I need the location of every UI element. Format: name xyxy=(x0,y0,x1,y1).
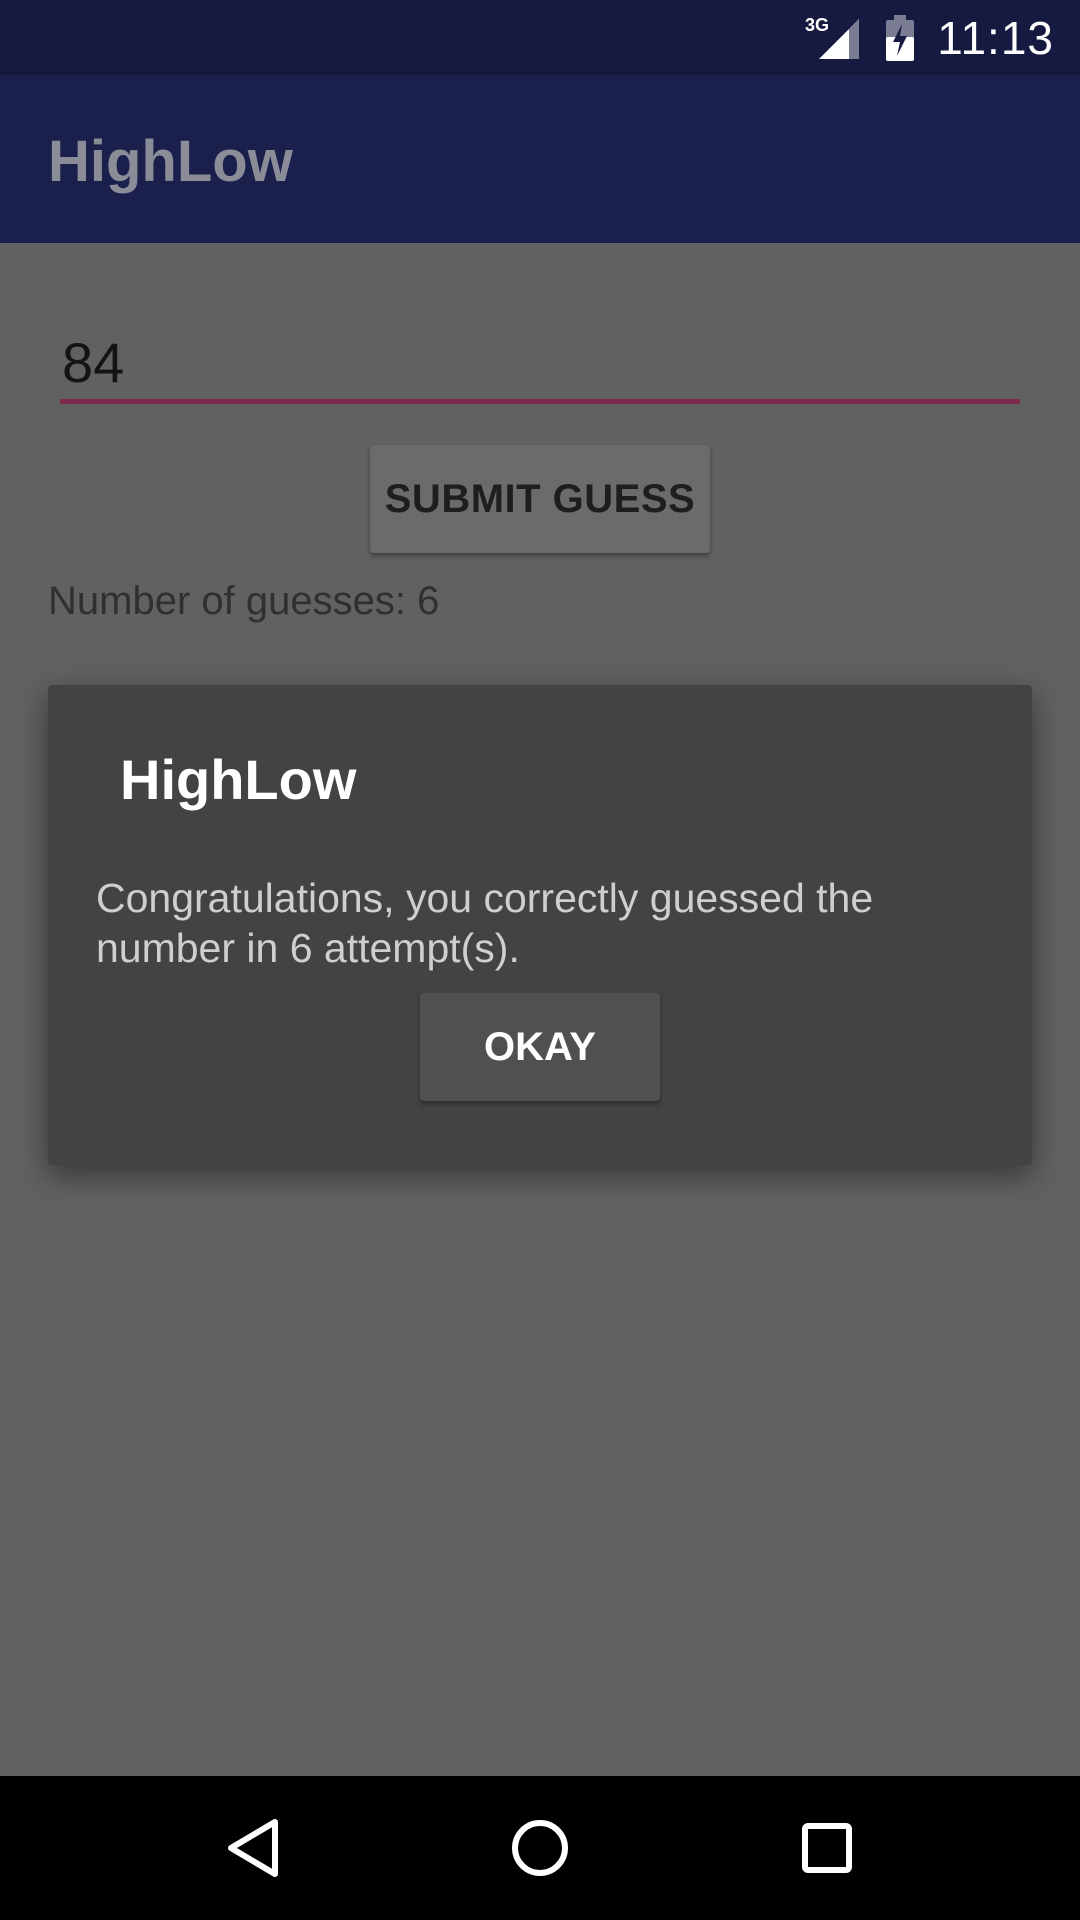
input-underline xyxy=(60,399,1020,404)
guess-input[interactable]: 84 xyxy=(60,323,1020,403)
back-icon[interactable] xyxy=(193,1788,313,1908)
result-dialog: HighLow Congratulations, you correctly g… xyxy=(48,685,1032,1165)
signal-3g-icon: 3G xyxy=(805,15,863,61)
status-time: 11:13 xyxy=(937,11,1054,64)
guess-count-text: Number of guesses: 6 xyxy=(48,579,440,623)
dialog-title: HighLow xyxy=(120,748,357,811)
dialog-message: Congratulations, you correctly guessed t… xyxy=(96,875,874,971)
recents-icon[interactable] xyxy=(767,1788,887,1908)
network-label: 3G xyxy=(805,15,829,35)
navigation-bar xyxy=(0,1776,1080,1920)
screen: 3G 11:13 HighLow 84 SUBMIT GUESS Number … xyxy=(0,0,1080,1920)
submit-guess-button[interactable]: SUBMIT GUESS xyxy=(370,445,710,553)
battery-charging-icon xyxy=(885,14,915,61)
okay-button[interactable]: OKAY xyxy=(420,993,660,1101)
status-bar: 3G 11:13 xyxy=(0,0,1080,75)
app-title: HighLow xyxy=(48,129,293,194)
app-bar: HighLow xyxy=(0,75,1080,243)
home-icon[interactable] xyxy=(480,1788,600,1908)
